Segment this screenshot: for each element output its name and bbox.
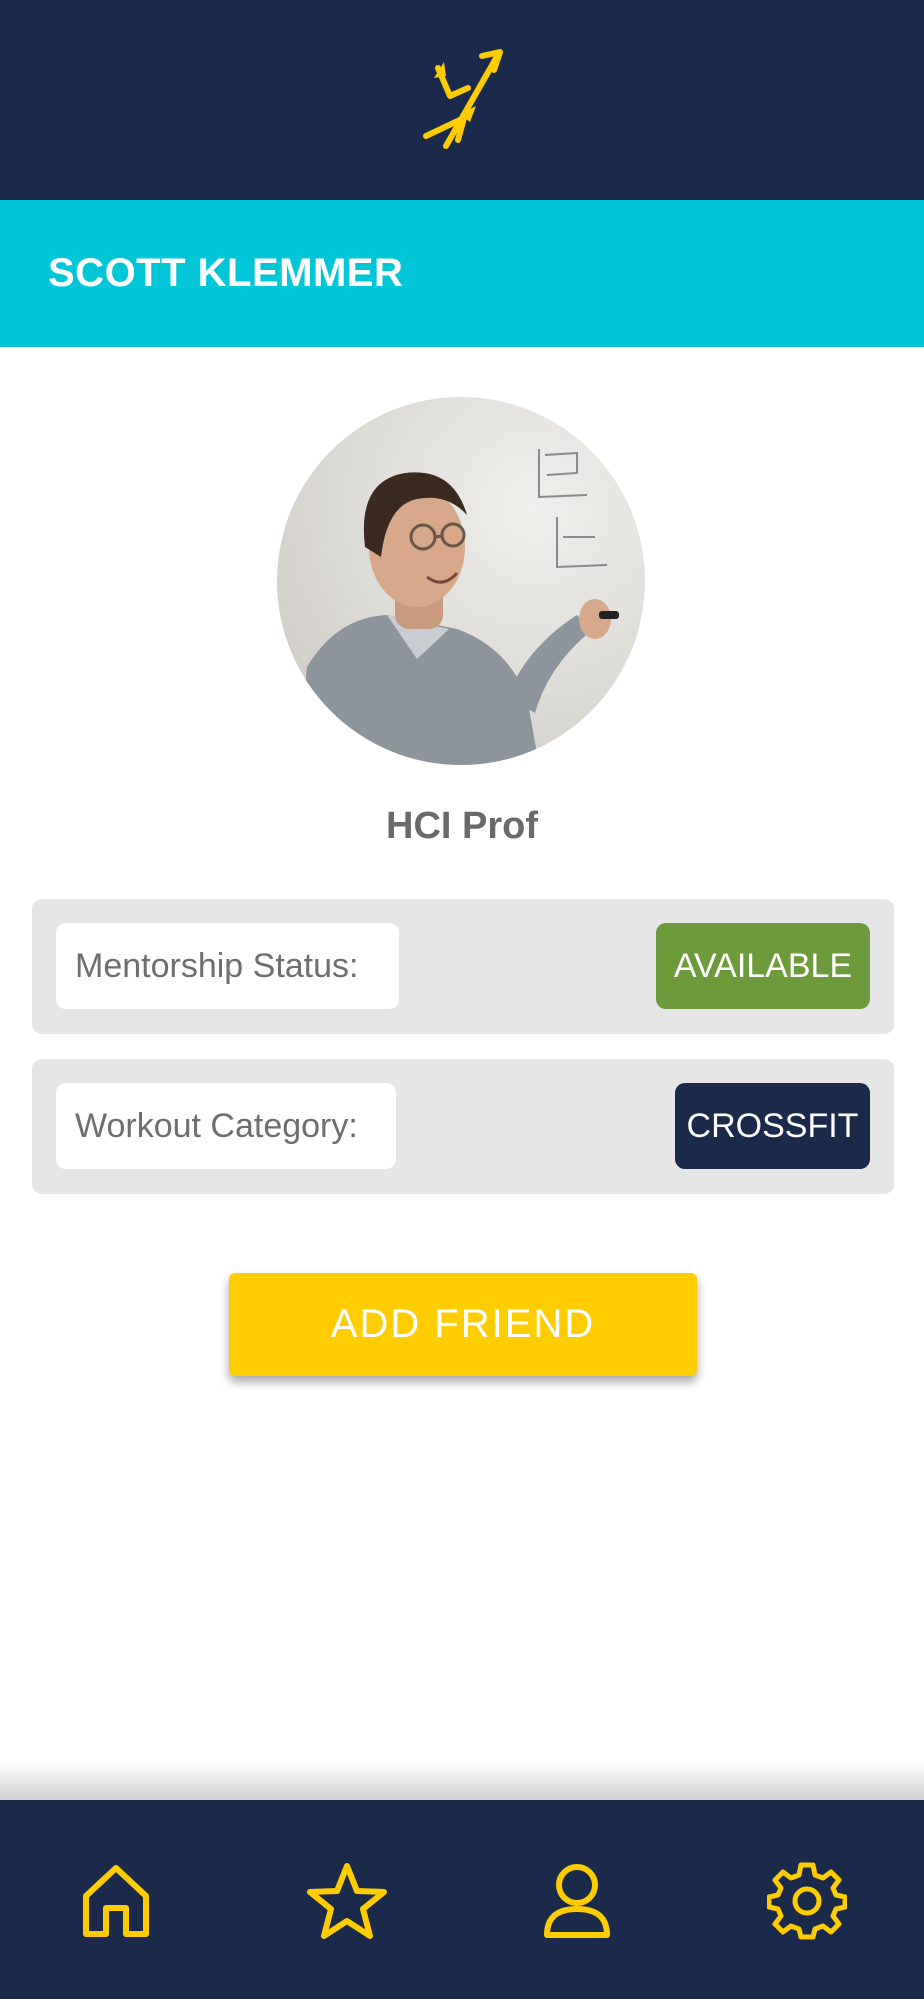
bottom-nav [0,1800,924,1999]
bottom-nav-shadow [0,1760,924,1800]
home-icon [83,1865,149,1937]
nav-home[interactable] [71,1856,161,1946]
workout-category-card: Workout Category: CROSSFIT [32,1059,894,1194]
profile-name: SCOTT KLEMMER [48,251,404,295]
nav-settings[interactable] [762,1856,852,1946]
user-icon [544,1864,610,1938]
mentorship-status-badge: AVAILABLE [656,923,870,1009]
app-header [0,0,924,200]
trident-icon [420,48,504,152]
add-friend-button[interactable]: ADD FRIEND [229,1273,697,1376]
workout-category-badge: CROSSFIT [675,1083,870,1169]
gear-icon [767,1862,847,1940]
avatar [277,397,645,765]
nav-favorites[interactable] [302,1856,392,1946]
workout-category-label: Workout Category: [56,1083,396,1169]
mentorship-status-card: Mentorship Status: AVAILABLE [32,899,894,1034]
profile-title: HCI Prof [386,805,538,847]
nav-profile[interactable] [532,1856,622,1946]
star-icon [307,1863,387,1939]
profile-name-bar: SCOTT KLEMMER [0,200,924,347]
mentorship-status-label: Mentorship Status: [56,923,399,1009]
